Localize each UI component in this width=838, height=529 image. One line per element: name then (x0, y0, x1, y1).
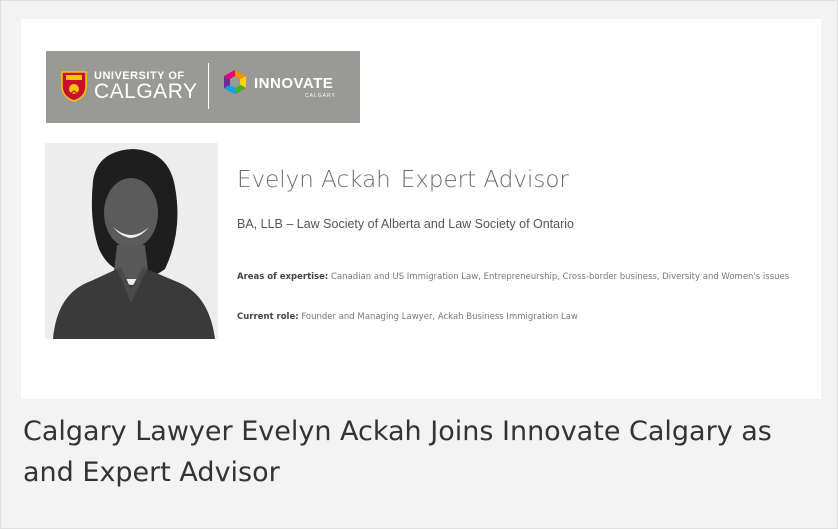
article-headline[interactable]: Calgary Lawyer Evelyn Ackah Joins Innova… (23, 411, 813, 493)
logo-divider (208, 63, 209, 109)
innovate-hexagon-icon (224, 70, 246, 94)
profile-expertise: Areas of expertise: Canadian and US Immi… (237, 269, 807, 286)
profile-credentials: BA, LLB – Law Society of Alberta and Law… (237, 217, 574, 231)
profile-heading: Evelyn Ackah Expert Advisor (237, 167, 569, 193)
portrait-photo (45, 143, 218, 339)
article-card[interactable]: UNIVERSITY OF CALGARY INNOVATE CALGARY E… (0, 0, 838, 529)
profile-name: Evelyn Ackah (237, 167, 391, 193)
university-crest-icon (61, 71, 87, 102)
innovate-wordmark: INNOVATE (254, 75, 334, 92)
expertise-value: Canadian and US Immigration Law, Entrepr… (330, 272, 790, 282)
profile-role: Expert Advisor (400, 167, 569, 193)
article-image[interactable]: UNIVERSITY OF CALGARY INNOVATE CALGARY E… (21, 19, 821, 399)
innovate-wordmark-sub: CALGARY (305, 93, 336, 99)
university-wordmark-bottom: CALGARY (94, 80, 198, 103)
current-role-value: Founder and Managing Lawyer, Ackah Busin… (301, 312, 578, 322)
partner-logo-banner: UNIVERSITY OF CALGARY INNOVATE CALGARY (46, 51, 360, 123)
expertise-label: Areas of expertise: (237, 272, 329, 282)
profile-current-role: Current role: Founder and Managing Lawye… (237, 312, 578, 322)
current-role-label: Current role: (237, 312, 299, 322)
